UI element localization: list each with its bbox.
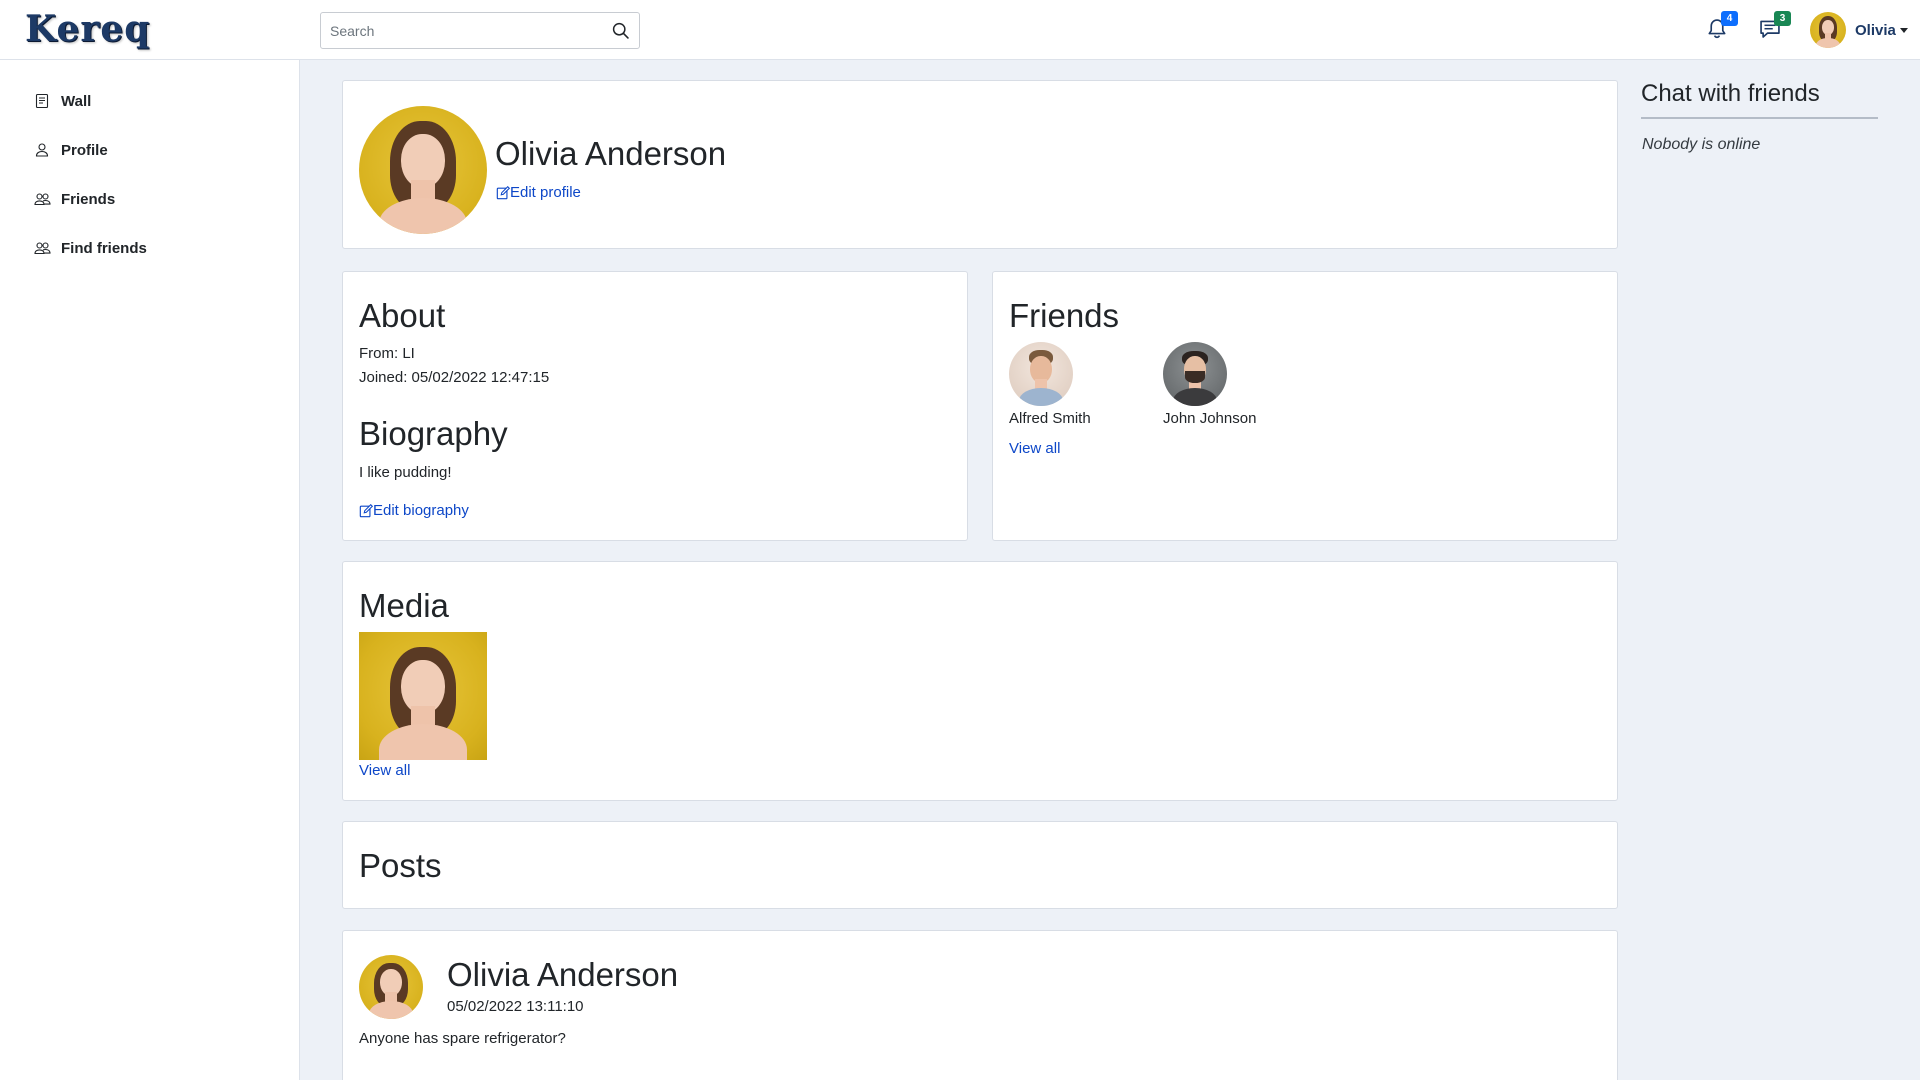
messages-button[interactable]: 3	[1759, 11, 1791, 42]
user-name: Olivia	[1855, 21, 1896, 39]
notifications-button[interactable]: 4	[1706, 11, 1738, 42]
sidebar-item-profile[interactable]: Profile	[33, 137, 108, 163]
sidebar-item-label: Wall	[61, 92, 92, 110]
media-photo	[359, 632, 487, 760]
messages-badge: 3	[1774, 11, 1791, 26]
search-button[interactable]	[601, 13, 639, 48]
friends-view-all-link[interactable]: View all	[1009, 440, 1060, 457]
about-title: About	[359, 297, 446, 334]
notifications-badge: 4	[1721, 11, 1738, 26]
chat-title: Chat with friends	[1641, 80, 1820, 107]
media-thumbnail[interactable]	[359, 632, 487, 760]
user-menu-dropdown[interactable]: Olivia	[1810, 11, 1908, 49]
friends-card: Friends Alfred Smith John Johnson View a…	[992, 271, 1618, 541]
post-card: Olivia Anderson 05/02/2022 13:11:10 Anyo…	[342, 930, 1618, 1080]
people-icon	[33, 239, 51, 257]
friend-item-alfred-smith[interactable]: Alfred Smith	[1009, 342, 1149, 431]
edit-profile-link[interactable]: Edit profile	[496, 184, 581, 201]
media-title: Media	[359, 587, 449, 624]
user-avatar	[1810, 12, 1846, 48]
chevron-down-icon	[1899, 27, 1908, 33]
sidebar: Wall Profile Friends Find friends	[0, 60, 300, 1080]
friend-avatar	[1163, 342, 1227, 406]
brand-logo[interactable]: Kereq	[25, 8, 150, 50]
chat-status: Nobody is online	[1642, 136, 1761, 153]
sidebar-item-label: Find friends	[61, 239, 147, 257]
profile-header-card: Olivia Anderson Edit profile	[342, 80, 1618, 249]
search-input[interactable]	[321, 13, 601, 48]
about-from: From: LI	[359, 345, 415, 362]
media-card: Media View all	[342, 561, 1618, 801]
biography-text: I like pudding!	[359, 464, 452, 481]
top-navbar: Kereq 4 3 Olivia	[0, 0, 1920, 60]
posts-header-card: Posts	[342, 821, 1618, 909]
edit-biography-label: Edit biography	[373, 502, 469, 519]
media-view-all-link[interactable]: View all	[359, 762, 410, 779]
post-author-name[interactable]: Olivia Anderson	[447, 956, 678, 993]
friend-name: John Johnson	[1163, 410, 1257, 427]
biography-title: Biography	[359, 415, 508, 452]
edit-icon	[359, 503, 373, 517]
edit-profile-label: Edit profile	[510, 184, 581, 201]
search-icon	[612, 22, 629, 39]
sidebar-item-friends[interactable]: Friends	[33, 186, 115, 212]
friend-item-john-johnson[interactable]: John Johnson	[1163, 342, 1303, 431]
sidebar-item-find-friends[interactable]: Find friends	[33, 235, 147, 261]
post-timestamp: 05/02/2022 13:11:10	[447, 998, 584, 1015]
people-icon	[33, 190, 51, 208]
about-card: About From: LI Joined: 05/02/2022 12:47:…	[342, 271, 968, 541]
profile-avatar	[359, 106, 487, 234]
friends-title: Friends	[1009, 297, 1120, 334]
profile-name: Olivia Anderson	[495, 135, 727, 172]
search-box	[320, 12, 640, 49]
post-text: Anyone has spare refrigerator?	[359, 1030, 566, 1047]
about-joined: Joined: 05/02/2022 12:47:15	[359, 369, 550, 386]
friend-avatar	[1009, 342, 1073, 406]
sidebar-item-wall[interactable]: Wall	[33, 88, 91, 114]
wall-icon	[33, 92, 51, 110]
person-icon	[33, 141, 51, 159]
posts-title: Posts	[359, 847, 442, 884]
sidebar-item-label: Profile	[61, 141, 108, 159]
edit-icon	[496, 185, 510, 199]
post-author-avatar	[359, 955, 423, 1019]
edit-biography-link[interactable]: Edit biography	[359, 502, 469, 519]
chat-divider	[1641, 117, 1878, 119]
friend-name: Alfred Smith	[1009, 410, 1091, 427]
sidebar-item-label: Friends	[61, 190, 116, 208]
